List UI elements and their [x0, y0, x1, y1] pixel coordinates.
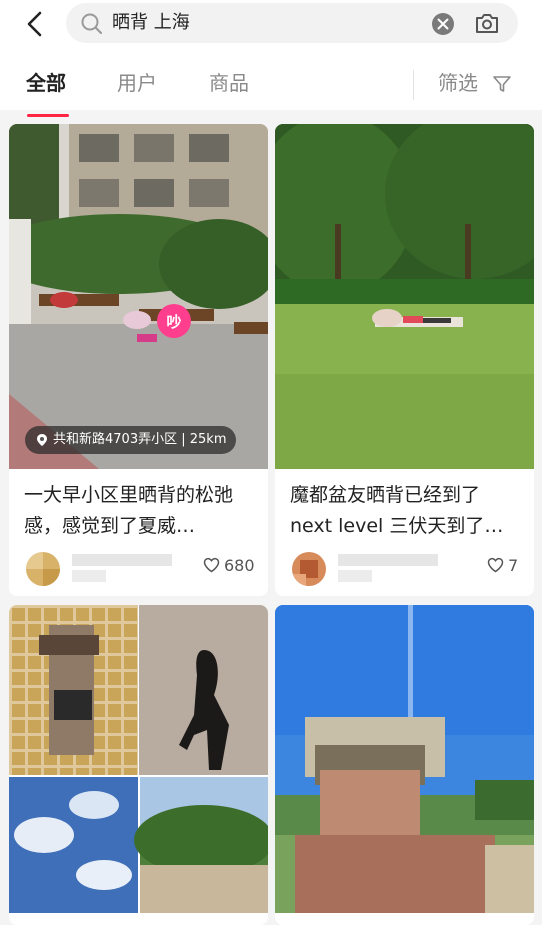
search-bar[interactable]: 晒背 上海 [66, 3, 518, 43]
location-name: 共和新路4703弄小区 [53, 432, 178, 447]
location-badge[interactable]: 共和新路4703弄小区 | 25km [25, 426, 237, 454]
note-title[interactable]: 一大早小区里晒背的松弛感，感觉到了夏威… [24, 480, 254, 542]
username-blurred-2 [338, 570, 372, 582]
camera-search-icon[interactable] [474, 11, 500, 35]
filter-label: 筛选 [438, 71, 478, 95]
location-pin-icon [37, 434, 47, 446]
like-count: 680 [224, 556, 255, 575]
back-chevron-icon[interactable] [22, 10, 50, 38]
username-blurred [338, 554, 438, 566]
like-count: 7 [508, 556, 519, 575]
note-photo [9, 605, 268, 913]
clear-search-icon[interactable] [432, 13, 454, 35]
search-query[interactable]: 晒背 上海 [112, 12, 190, 34]
avatar-image [292, 552, 326, 586]
heart-outline-icon [203, 557, 220, 573]
top-bar: 晒背 上海 全部 用户 商品 筛选 [0, 0, 542, 117]
avatar[interactable] [26, 552, 60, 586]
sticker-text: 吵 [166, 313, 181, 331]
filter-funnel-icon [493, 76, 511, 92]
tab-all[interactable]: 全部 [26, 70, 66, 96]
like-button[interactable]: 680 [203, 556, 255, 575]
filter-button[interactable]: 筛选 [438, 70, 511, 96]
like-button[interactable]: 7 [487, 556, 518, 575]
tab-divider [413, 70, 414, 100]
username-blurred-2 [72, 570, 106, 582]
tab-products[interactable]: 商品 [209, 70, 249, 96]
active-tab-indicator [27, 114, 69, 117]
note-card[interactable] [275, 605, 534, 925]
avatar[interactable] [292, 552, 326, 586]
username-blurred [72, 554, 172, 566]
note-photo: 吵 [9, 124, 268, 469]
note-title[interactable]: 魔都盆友晒背已经到了next level 三伏天到了… [290, 480, 520, 542]
tab-users[interactable]: 用户 [117, 70, 157, 96]
note-card[interactable] [9, 605, 268, 925]
note-photo [275, 124, 534, 469]
search-icon [81, 13, 103, 35]
note-photo [275, 605, 534, 913]
avatar-image [26, 552, 60, 586]
heart-outline-icon [487, 557, 504, 573]
note-card[interactable]: 魔都盆友晒背已经到了next level 三伏天到了… 7 [275, 124, 534, 596]
location-distance: 25km [189, 432, 227, 447]
note-card[interactable]: 吵 共和新路4703弄小区 | 25km 一大早小区里晒背的松弛感，感觉到了夏威… [9, 124, 268, 596]
